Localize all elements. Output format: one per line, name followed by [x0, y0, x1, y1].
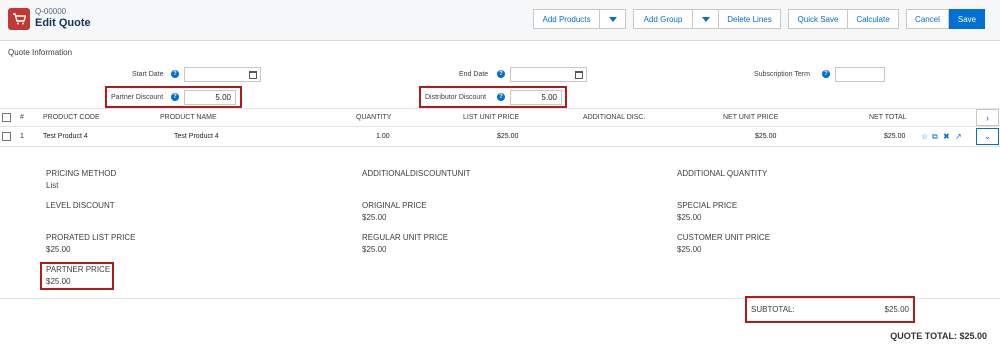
row-product-code: Test Product 4: [43, 133, 88, 140]
original-price-label: ORIGINAL PRICE: [362, 201, 427, 210]
subscription-term-input[interactable]: [835, 67, 885, 82]
distributor-discount-input[interactable]: 5.00: [510, 90, 562, 105]
end-date-label: End Date: [459, 71, 489, 78]
calendar-icon[interactable]: [575, 71, 583, 79]
partner-discount-input[interactable]: 5.00: [184, 90, 236, 105]
column-header-net-unit-price[interactable]: NET UNIT PRICE: [723, 114, 778, 121]
add-group-button[interactable]: Add Group: [633, 9, 693, 29]
partner-discount-label: Partner Discount: [111, 94, 164, 101]
help-icon[interactable]: ?: [171, 70, 179, 78]
column-header-number: #: [20, 114, 24, 121]
customer-unit-price-value: $25.00: [677, 245, 702, 254]
pricing-method-value: List: [46, 181, 59, 190]
additional-discount-unit-label: ADDITIONALDISCOUNTUNIT: [362, 169, 471, 178]
line-details-panel: [0, 148, 1000, 298]
quick-save-button[interactable]: Quick Save: [788, 9, 848, 29]
column-header-product-name[interactable]: PRODUCT NAME: [160, 114, 217, 121]
customer-unit-price-label: CUSTOMER UNIT PRICE: [677, 233, 771, 242]
calendar-icon[interactable]: [249, 71, 257, 79]
star-icon[interactable]: ☆: [921, 132, 928, 141]
help-icon[interactable]: ?: [822, 70, 830, 78]
column-header-additional-disc[interactable]: ADDITIONAL DISC.: [583, 114, 645, 121]
level-discount-label: LEVEL DISCOUNT: [46, 201, 115, 210]
delete-icon[interactable]: ✖: [943, 132, 950, 141]
column-header-net-total[interactable]: NET TOTAL: [869, 114, 907, 121]
special-price-label: SPECIAL PRICE: [677, 201, 738, 210]
row-net-unit-price: $25.00: [755, 133, 777, 140]
help-icon[interactable]: ?: [497, 93, 505, 101]
prorated-list-price-value: $25.00: [46, 245, 71, 254]
trend-icon[interactable]: ↗: [955, 132, 962, 141]
column-header-quantity[interactable]: QUANTITY: [356, 114, 391, 121]
column-header-list-unit-price[interactable]: LIST UNIT PRICE: [463, 114, 519, 121]
column-header-product-code[interactable]: PRODUCT CODE: [43, 114, 100, 121]
special-price-value: $25.00: [677, 213, 702, 222]
pricing-method-label: PRICING METHOD: [46, 169, 117, 178]
page-title: Edit Quote: [35, 17, 91, 29]
original-price-value: $25.00: [362, 213, 387, 222]
row-net-total: $25.00: [884, 133, 906, 140]
subtotal-value: $25.00: [884, 305, 909, 314]
row-list-unit-price: $25.00: [497, 133, 519, 140]
subscription-term-label: Subscription Term: [754, 71, 810, 78]
quote-total: QUOTE TOTAL: $25.00: [890, 331, 987, 341]
table-header: # PRODUCT CODE PRODUCT NAME QUANTITY LIS…: [0, 108, 1000, 127]
distributor-discount-label: Distributor Discount: [425, 94, 487, 101]
table-row: 1 Test Product 4 Test Product 4 1.00 $25…: [0, 127, 1000, 147]
partner-price-value: $25.00: [46, 277, 71, 286]
clone-icon[interactable]: ⧉: [932, 132, 938, 142]
cart-icon: [8, 8, 30, 30]
regular-unit-price-label: REGULAR UNIT PRICE: [362, 233, 449, 242]
cancel-button[interactable]: Cancel: [906, 9, 949, 29]
row-checkbox[interactable]: [2, 132, 11, 141]
add-products-menu-button[interactable]: [599, 9, 626, 29]
help-icon[interactable]: ?: [171, 93, 179, 101]
caret-down-icon: [608, 16, 617, 22]
start-date-label: Start Date: [132, 71, 164, 78]
help-icon[interactable]: ?: [497, 70, 505, 78]
row-quantity[interactable]: 1.00: [376, 133, 390, 140]
prorated-list-price-label: PRORATED LIST PRICE: [46, 233, 136, 242]
page-header: Q-00000 Edit Quote Add Products Add Grou…: [0, 0, 1000, 41]
add-group-menu-button[interactable]: [692, 9, 719, 29]
row-product-name: Test Product 4: [174, 133, 219, 140]
section-title: Quote Information: [8, 48, 73, 57]
quote-number: Q-00000: [35, 7, 67, 16]
regular-unit-price-value: $25.00: [362, 245, 387, 254]
add-products-button[interactable]: Add Products: [533, 9, 600, 29]
select-all-checkbox[interactable]: [2, 113, 11, 122]
calculate-button[interactable]: Calculate: [847, 9, 899, 29]
save-button[interactable]: Save: [949, 9, 985, 29]
delete-lines-button[interactable]: Delete Lines: [718, 9, 781, 29]
chevron-down-icon[interactable]: ⌄: [976, 128, 999, 145]
partner-price-label: PARTNER PRICE: [46, 265, 111, 274]
chevron-right-icon[interactable]: ›: [976, 109, 999, 126]
subtotal-label: SUBTOTAL:: [751, 305, 795, 314]
row-number: 1: [20, 133, 24, 140]
caret-down-icon: [701, 16, 710, 22]
additional-quantity-label: ADDITIONAL QUANTITY: [677, 169, 768, 178]
